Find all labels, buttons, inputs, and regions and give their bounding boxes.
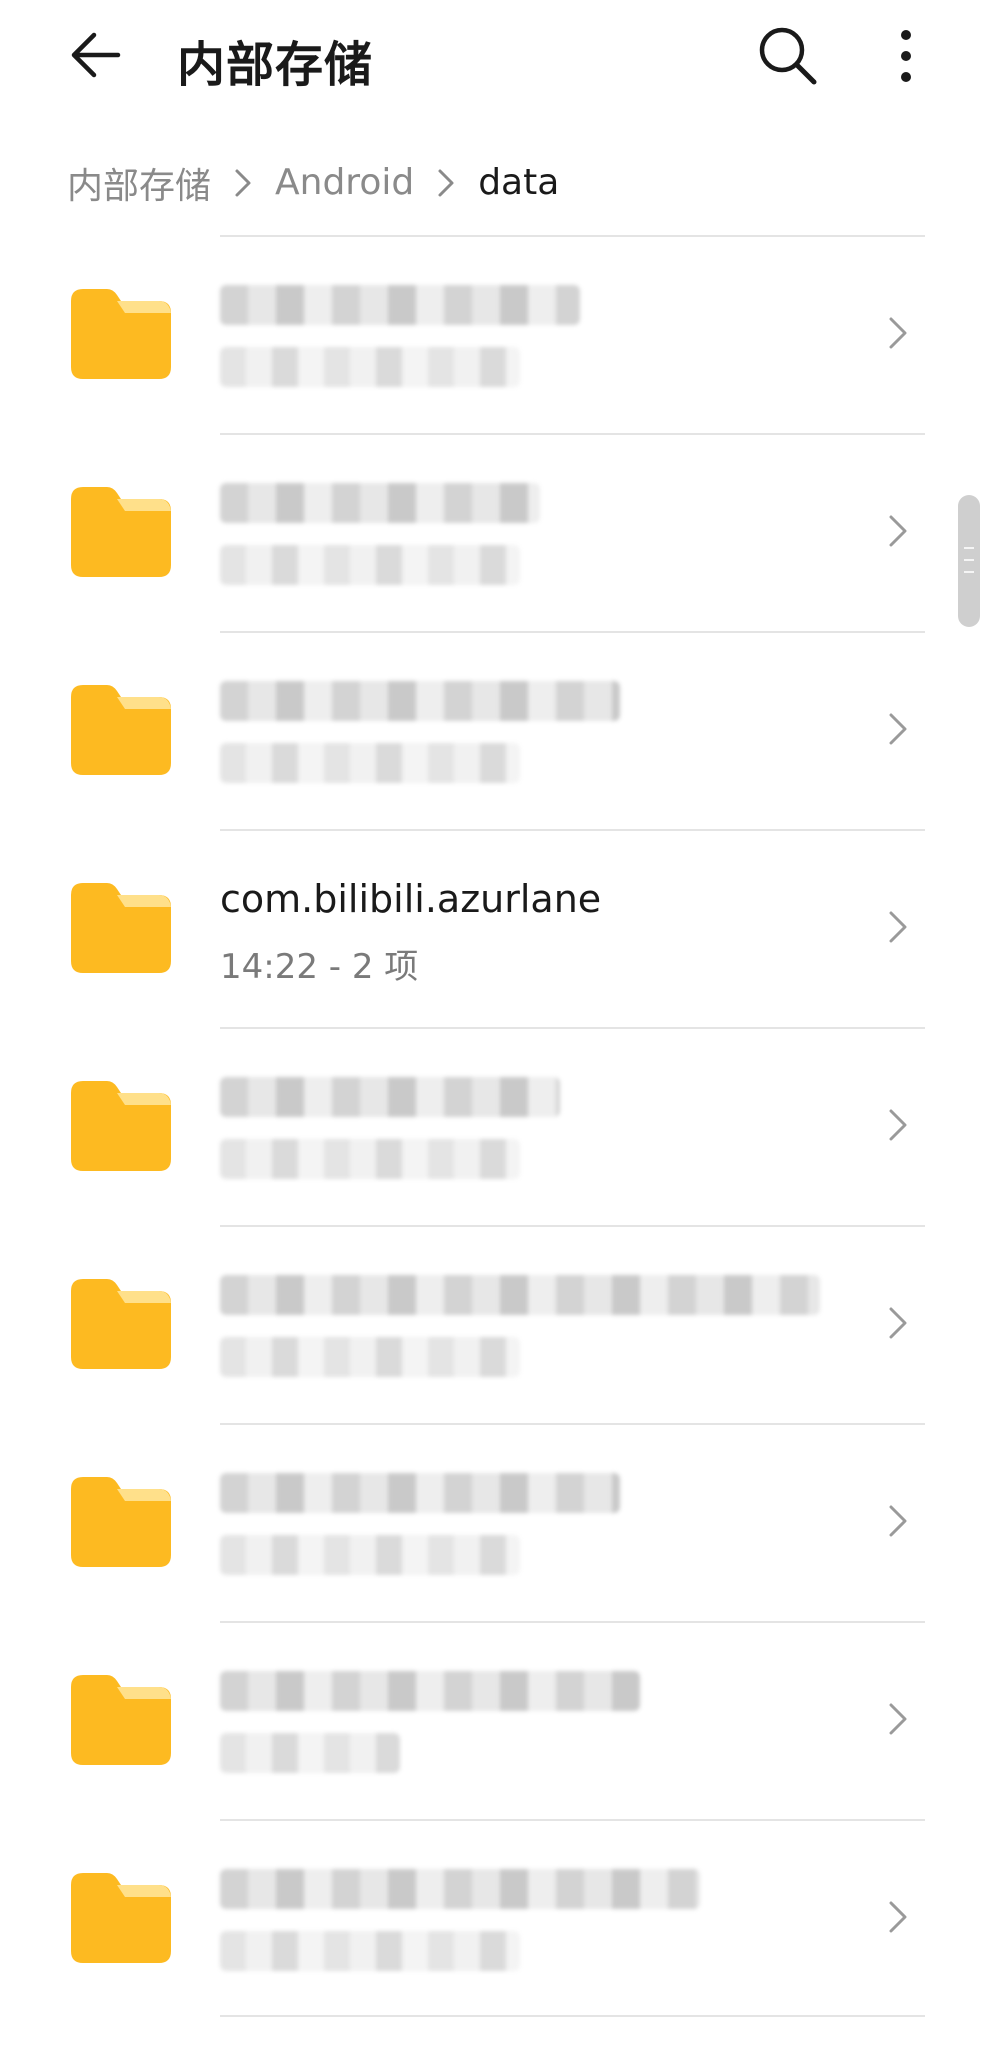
redacted-folder-name xyxy=(220,1671,640,1711)
breadcrumb-item-internal-storage[interactable]: 内部存储 xyxy=(67,157,211,209)
chevron-right-icon xyxy=(889,1901,907,1933)
divider xyxy=(220,2015,925,2017)
redacted-folder-meta xyxy=(220,1337,520,1377)
divider xyxy=(220,1819,925,1821)
arrow-left-icon xyxy=(71,32,121,78)
redacted-folder-name xyxy=(220,483,540,523)
redacted-folder-meta xyxy=(220,743,520,783)
divider xyxy=(220,1423,925,1425)
divider xyxy=(220,1027,925,1029)
back-button[interactable] xyxy=(62,22,132,92)
folder-icon xyxy=(71,1675,171,1765)
divider xyxy=(220,235,925,237)
folder-icon xyxy=(71,1477,171,1567)
folder-icon xyxy=(71,487,171,577)
chevron-right-icon xyxy=(889,911,907,943)
scrollbar-thumb[interactable] xyxy=(958,495,980,627)
chevron-right-icon xyxy=(889,1703,907,1735)
grip-line xyxy=(964,571,974,573)
breadcrumb: 内部存储 Android data xyxy=(67,155,559,210)
folder-list-item[interactable] xyxy=(0,433,990,631)
folder-icon xyxy=(71,1081,171,1171)
folder-meta: 14:22 - 2 项 xyxy=(220,947,419,987)
folder-icon xyxy=(71,1873,171,1963)
chevron-right-icon xyxy=(235,169,251,196)
redacted-folder-name xyxy=(220,285,580,325)
search-icon xyxy=(759,27,817,85)
redacted-folder-name xyxy=(220,1473,620,1513)
redacted-folder-meta xyxy=(220,347,520,387)
folder-list-item[interactable] xyxy=(0,1621,990,1819)
divider xyxy=(220,829,925,831)
chevron-right-icon xyxy=(889,515,907,547)
chevron-right-icon xyxy=(889,713,907,745)
breadcrumb-item-data: data xyxy=(478,162,560,203)
app-bar: 内部存储 xyxy=(0,0,990,120)
folder-name: com.bilibili.azurlane xyxy=(220,877,602,921)
chevron-right-icon xyxy=(889,1505,907,1537)
divider xyxy=(220,631,925,633)
divider xyxy=(220,1225,925,1227)
grip-line xyxy=(964,559,974,561)
divider xyxy=(220,433,925,435)
folder-list-item[interactable] xyxy=(0,631,990,829)
redacted-folder-name xyxy=(220,681,620,721)
folder-list-item[interactable] xyxy=(0,1819,990,2017)
chevron-right-icon xyxy=(889,1307,907,1339)
folder-list-item[interactable] xyxy=(0,235,990,433)
chevron-right-icon xyxy=(889,1109,907,1141)
redacted-folder-meta xyxy=(220,1931,520,1971)
folder-list-item[interactable] xyxy=(0,1027,990,1225)
folder-list-item[interactable] xyxy=(0,1423,990,1621)
folder-icon xyxy=(71,1279,171,1369)
breadcrumb-item-android[interactable]: Android xyxy=(275,162,414,203)
redacted-folder-meta xyxy=(220,1535,520,1575)
page-title: 内部存储 xyxy=(177,37,374,93)
redacted-folder-meta xyxy=(220,545,520,585)
redacted-folder-meta xyxy=(220,1733,400,1773)
chevron-right-icon xyxy=(889,317,907,349)
folder-icon xyxy=(71,685,171,775)
redacted-folder-name xyxy=(220,1077,560,1117)
folder-list-item[interactable] xyxy=(0,1225,990,1423)
folder-icon xyxy=(71,289,171,379)
more-vertical-icon xyxy=(901,30,911,82)
redacted-folder-name xyxy=(220,1869,700,1909)
divider xyxy=(220,1621,925,1623)
chevron-right-icon xyxy=(438,169,454,196)
folder-icon xyxy=(71,883,171,973)
folder-list: com.bilibili.azurlane 14:22 - 2 项 xyxy=(0,235,990,2017)
redacted-folder-meta xyxy=(220,1139,520,1179)
more-options-button[interactable] xyxy=(876,20,936,92)
redacted-folder-name xyxy=(220,1275,820,1315)
grip-line xyxy=(964,547,974,549)
search-button[interactable] xyxy=(752,20,824,92)
folder-list-item[interactable]: com.bilibili.azurlane 14:22 - 2 项 xyxy=(0,829,990,1027)
